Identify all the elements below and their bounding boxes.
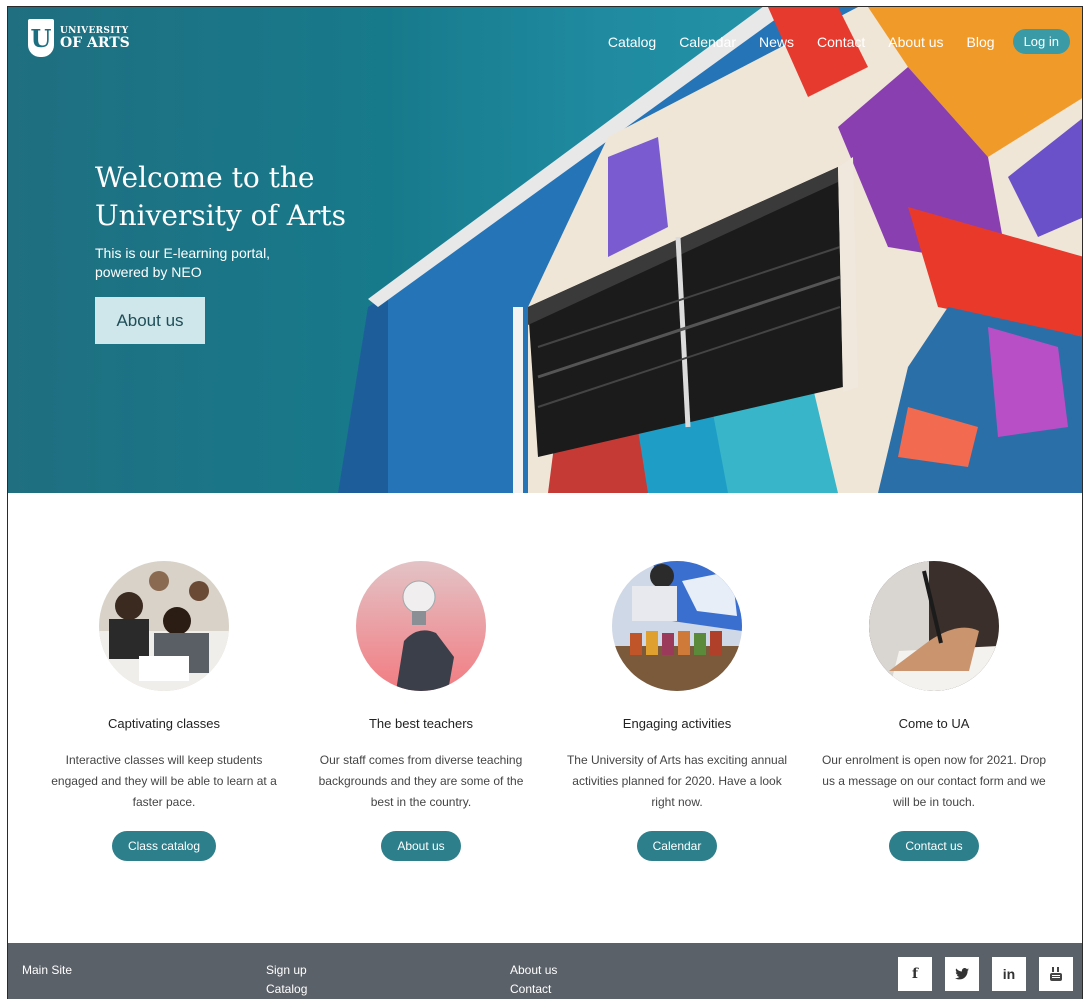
about-us-button[interactable]: About us <box>381 831 461 861</box>
page-frame: U UNIVERSITY OF ARTS Catalog Calendar Ne… <box>7 6 1083 999</box>
nav-contact[interactable]: Contact <box>817 34 865 50</box>
contact-us-button[interactable]: Contact us <box>889 831 979 861</box>
paint-jars-photo-icon <box>612 561 742 691</box>
footer-link-about-us[interactable]: About us <box>510 961 557 980</box>
nav-news[interactable]: News <box>759 34 794 50</box>
feature-title: Engaging activities <box>622 716 732 731</box>
hero-banner: U UNIVERSITY OF ARTS Catalog Calendar Ne… <box>8 7 1082 493</box>
feature-card: Come to UA Our enrolment is open now for… <box>814 561 1054 861</box>
feature-card: The best teachers Our staff comes from d… <box>301 561 541 861</box>
nav-calendar[interactable]: Calendar <box>679 34 736 50</box>
feature-description: The University of Arts has exciting annu… <box>566 753 788 809</box>
classroom-photo-icon <box>99 561 229 691</box>
class-catalog-button[interactable]: Class catalog <box>111 831 217 861</box>
logo-mark-icon: U <box>28 19 54 57</box>
login-button[interactable]: Log in <box>1012 29 1070 54</box>
youtube-icon[interactable] <box>1039 957 1073 991</box>
hero-title: Welcome to the University of Arts <box>95 161 347 232</box>
writing-photo-icon <box>869 561 999 691</box>
feature-card: Captivating classes Interactive classes … <box>44 561 284 861</box>
facebook-icon[interactable]: f <box>898 957 932 991</box>
hero-subtitle: This is our E-learning portal, powered b… <box>95 245 271 280</box>
lightbulb-photo-icon <box>356 561 486 691</box>
calendar-button[interactable]: Calendar <box>636 831 718 861</box>
feature-description: Interactive classes will keep students e… <box>51 753 277 809</box>
main-nav: Catalog Calendar News Contact About us B… <box>585 29 1070 54</box>
hero-about-us-button[interactable]: About us <box>95 297 205 344</box>
feature-title: Captivating classes <box>108 716 220 731</box>
university-logo[interactable]: U UNIVERSITY OF ARTS <box>28 19 130 57</box>
twitter-icon[interactable] <box>945 957 979 991</box>
nav-blog[interactable]: Blog <box>967 34 995 50</box>
feature-description: Our staff comes from diverse teaching ba… <box>318 753 524 809</box>
site-footer: Main Site Sign up Catalog About us Conta… <box>8 943 1082 999</box>
logo-line-2: OF ARTS <box>60 34 130 51</box>
feature-title: Come to UA <box>898 716 970 731</box>
footer-link-contact[interactable]: Contact <box>510 980 557 999</box>
nav-about-us[interactable]: About us <box>888 34 943 50</box>
social-links: f in <box>885 957 1073 991</box>
feature-description: Our enrolment is open now for 2021. Drop… <box>821 753 1047 809</box>
feature-card: Engaging activities The University of Ar… <box>557 561 797 861</box>
footer-link-catalog[interactable]: Catalog <box>266 980 307 999</box>
feature-title: The best teachers <box>368 716 474 731</box>
linkedin-icon[interactable]: in <box>992 957 1026 991</box>
nav-catalog[interactable]: Catalog <box>608 34 656 50</box>
features-section: Captivating classes Interactive classes … <box>8 561 1082 881</box>
footer-link-sign-up[interactable]: Sign up <box>266 961 307 980</box>
footer-link-main-site[interactable]: Main Site <box>22 961 72 980</box>
